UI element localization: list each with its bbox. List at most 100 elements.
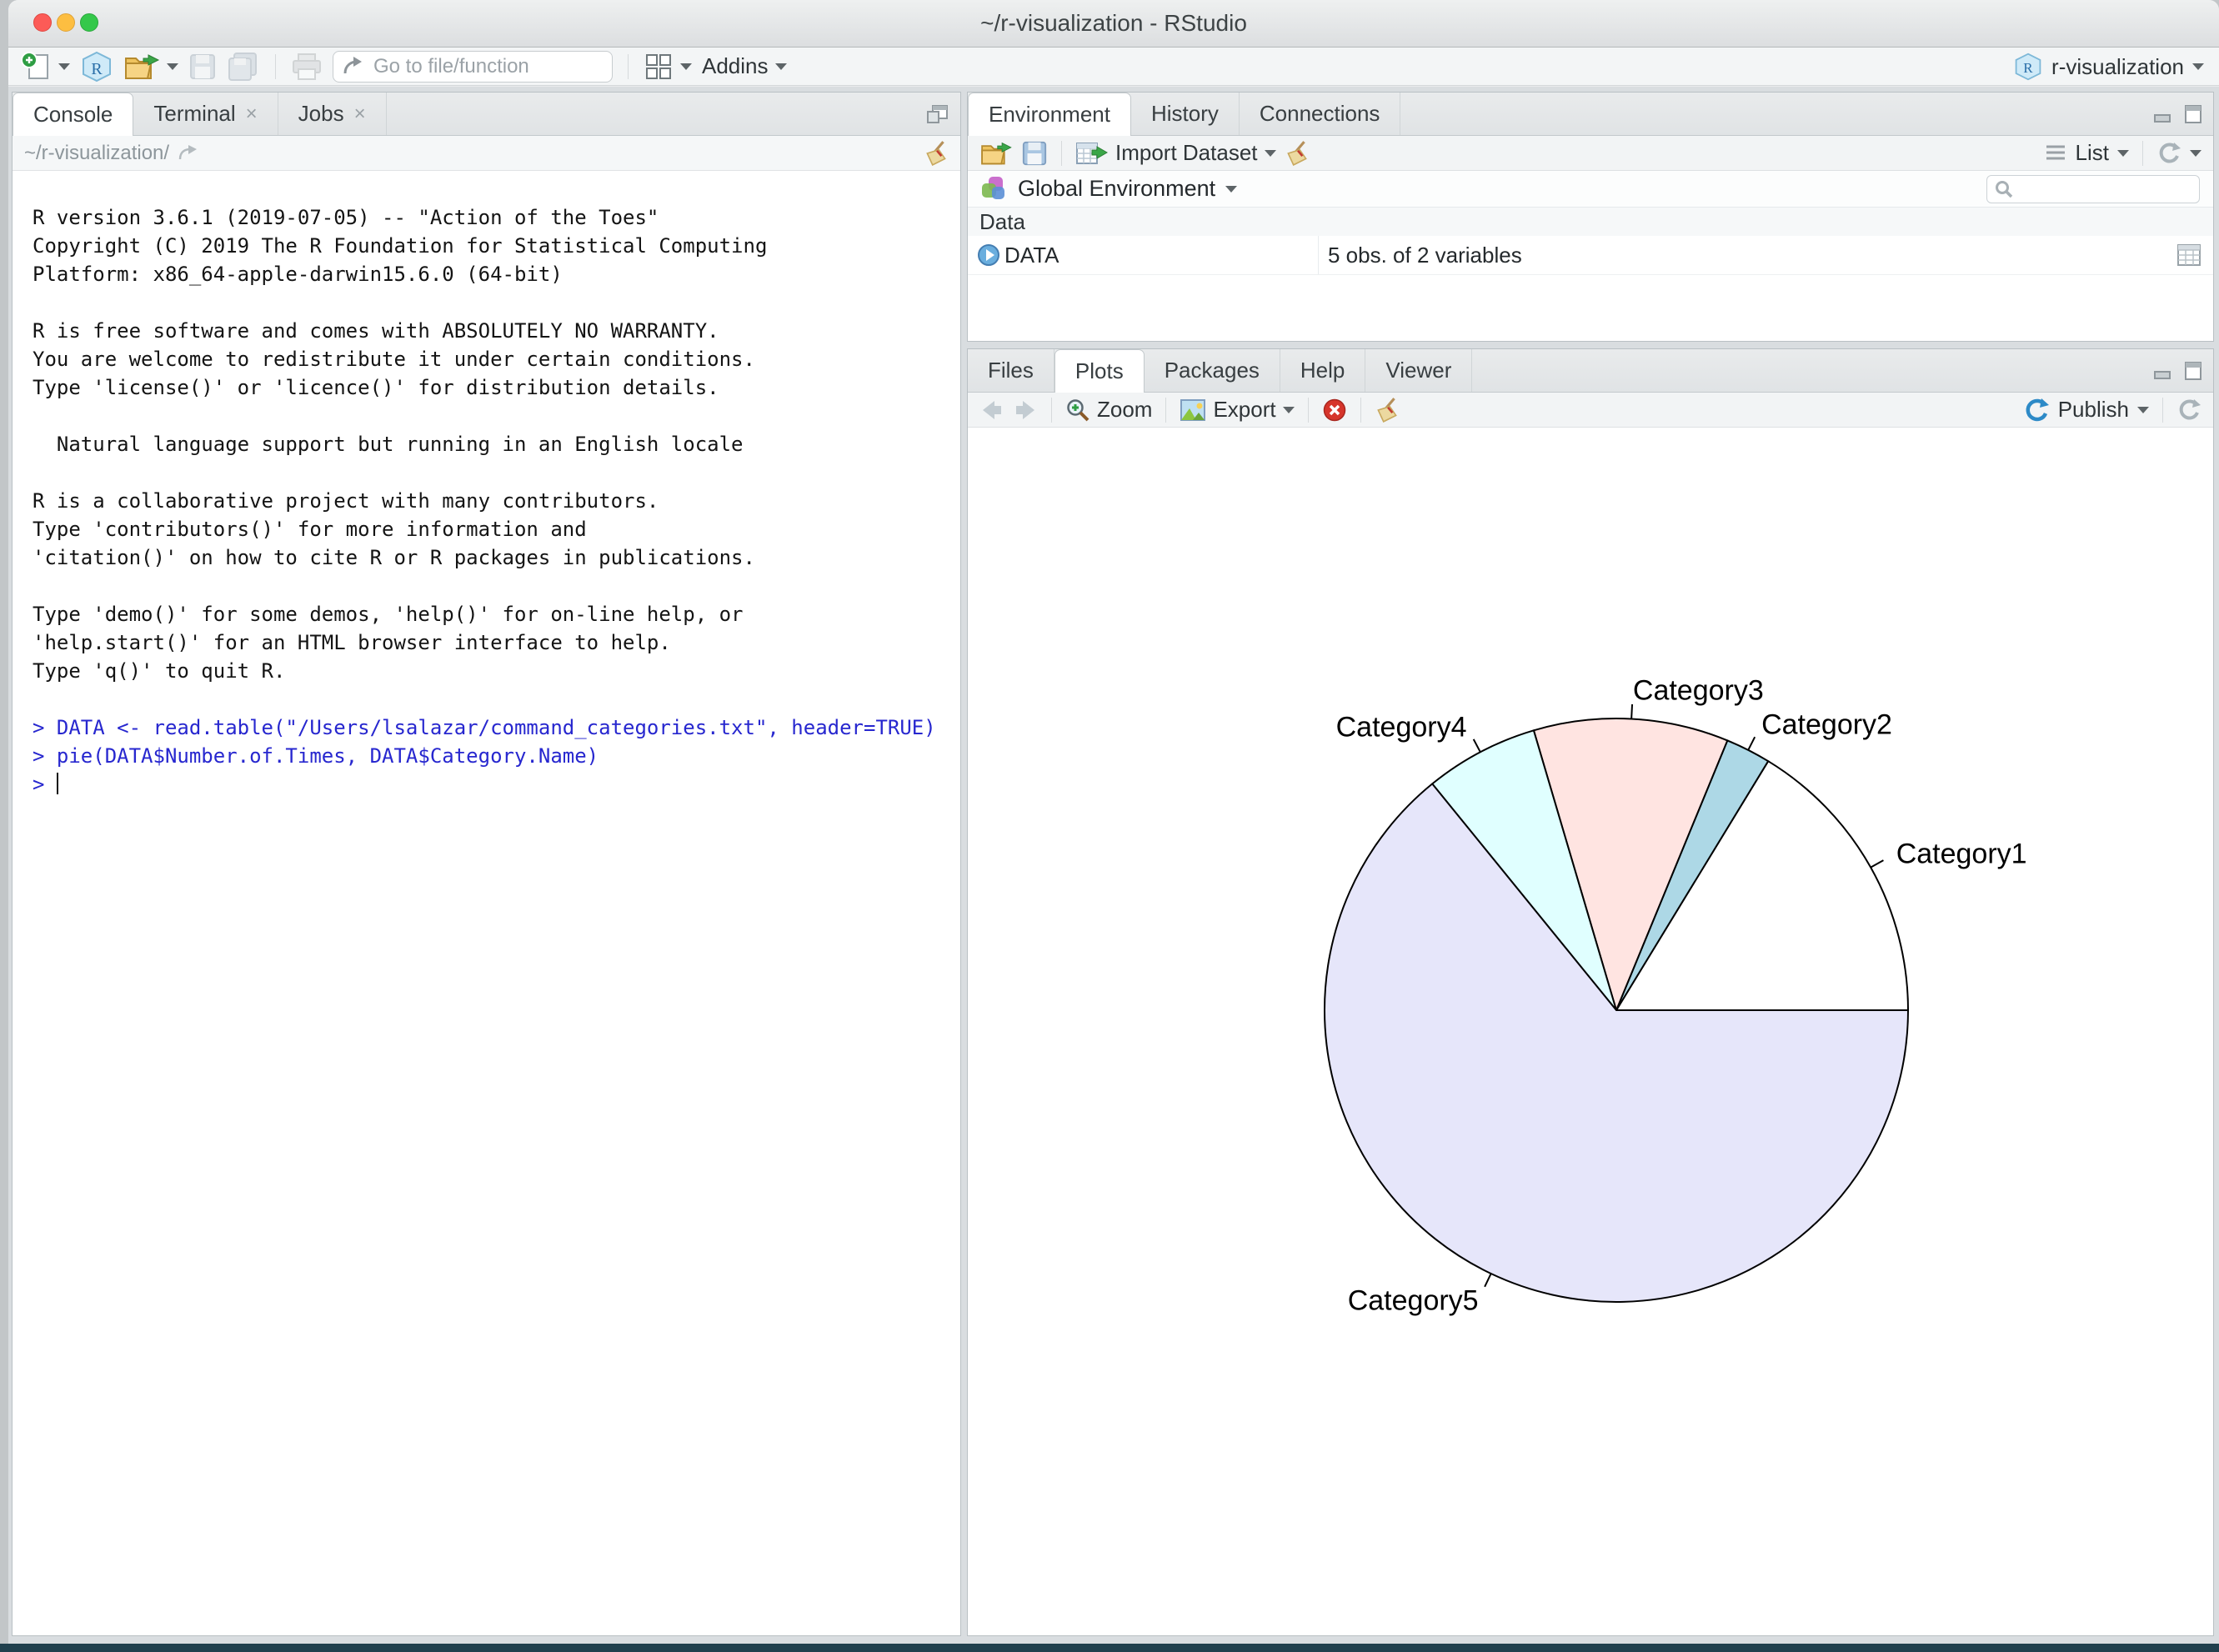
environment-searchbox[interactable] (1986, 175, 2200, 203)
tab-jobs[interactable]: Jobs × (278, 93, 387, 135)
tab-viewer[interactable]: Viewer (1365, 349, 1472, 392)
console-line: > DATA <- read.table("/Users/lsalazar/co… (33, 713, 960, 742)
tab-connections[interactable]: Connections (1240, 93, 1401, 135)
expand-object-icon[interactable] (976, 243, 1001, 268)
maximize-pane-icon[interactable] (2183, 361, 2203, 381)
show-directory-icon[interactable] (178, 144, 199, 163)
console-line: > (33, 770, 960, 798)
toolbar-divider (1308, 398, 1309, 423)
working-directory-label: ~/r-visualization/ (24, 142, 169, 165)
addins-label: Addins (702, 53, 769, 79)
refresh-icon[interactable] (2176, 398, 2201, 423)
console-tabbar: Console Terminal × Jobs × (13, 93, 960, 136)
tab-console[interactable]: Console (13, 93, 133, 136)
save-all-button[interactable] (227, 52, 260, 82)
r-project-cube-icon: R (80, 50, 113, 83)
window-title: ~/r-visualization - RStudio (8, 0, 2219, 47)
tab-files[interactable]: Files (968, 349, 1054, 392)
svg-text:R: R (2023, 60, 2033, 76)
remove-plot-icon[interactable] (1322, 398, 1347, 423)
chevron-down-icon (775, 63, 787, 70)
tab-environment[interactable]: Environment (968, 93, 1131, 136)
tab-label: Viewer (1385, 358, 1451, 383)
desktop-background-strip (0, 1644, 2219, 1652)
plots-toolbar: Zoom Export Publish (968, 393, 2213, 428)
r-project-cube-icon: R (2013, 52, 2043, 82)
pie-label: Category1 (1896, 839, 2027, 870)
environment-search-input[interactable] (2019, 178, 2189, 201)
minimize-pane-icon[interactable] (2153, 105, 2173, 123)
tab-label: Packages (1165, 358, 1260, 383)
plots-tabbar: Files Plots Packages Help Viewer (968, 349, 2213, 393)
publish-button[interactable]: Publish (2058, 397, 2129, 423)
title-bar: ~/r-visualization - RStudio (8, 0, 2219, 48)
maximize-pane-icon[interactable] (2183, 104, 2203, 124)
save-workspace-icon[interactable] (1021, 140, 1048, 167)
environment-toolbar: Import Dataset List (968, 136, 2213, 171)
import-dataset-icon (1075, 140, 1109, 167)
column-divider (1318, 236, 1319, 274)
clear-console-broom-icon[interactable] (924, 140, 949, 167)
console-line: Type 'license()' or 'licence()' for dist… (33, 373, 960, 402)
chevron-down-icon (2192, 63, 2204, 70)
zoom-plot-button[interactable]: Zoom (1065, 397, 1152, 423)
minimize-pane-icon[interactable] (2153, 362, 2173, 380)
next-plot-icon[interactable] (1013, 399, 1038, 421)
console-output[interactable]: R version 3.6.1 (2019-07-05) -- "Action … (13, 171, 960, 1635)
goto-file-search[interactable] (333, 51, 613, 83)
pie-label: Category2 (1761, 709, 1892, 741)
tab-label: Terminal (153, 101, 235, 127)
chevron-down-icon (167, 63, 178, 70)
console-panel: Console Terminal × Jobs × ~/r-visualizatio… (12, 92, 961, 1636)
tab-label: Jobs (298, 101, 344, 127)
goto-file-input[interactable] (372, 54, 600, 79)
object-summary: 5 obs. of 2 variables (1328, 243, 1522, 268)
console-line: Natural language support but running in … (33, 430, 960, 458)
addins-button[interactable]: Addins (702, 53, 787, 79)
restore-pane-icon[interactable] (925, 104, 950, 126)
project-name-label: r-visualization (2051, 54, 2184, 80)
toolbar-divider (2162, 398, 2163, 423)
new-file-button[interactable] (20, 51, 70, 83)
new-project-button[interactable]: R (80, 50, 113, 83)
workspace: Console Terminal × Jobs × ~/r-visualizatio… (8, 87, 2219, 1644)
publish-icon[interactable] (2023, 397, 2050, 423)
chevron-down-icon (2137, 407, 2149, 413)
close-tab-icon[interactable]: × (246, 103, 258, 126)
main-toolbar: R Addins (8, 48, 2219, 86)
project-selector[interactable]: R r-visualization (2013, 48, 2204, 86)
import-dataset-button[interactable]: Import Dataset (1075, 140, 1276, 167)
tab-plots[interactable]: Plots (1054, 349, 1145, 393)
chevron-down-icon (1265, 150, 1276, 157)
open-file-button[interactable] (123, 52, 178, 82)
list-view-button[interactable]: List (2076, 140, 2109, 166)
previous-plot-icon[interactable] (979, 399, 1004, 421)
rstudio-window: ~/r-visualization - RStudio R (8, 0, 2219, 1644)
print-button[interactable] (291, 53, 323, 81)
console-line: Type 'demo()' for some demos, 'help()' f… (33, 600, 960, 628)
list-view-icon (2044, 143, 2067, 163)
environment-object-row[interactable]: DATA 5 obs. of 2 variables (968, 236, 2213, 275)
toolbar-divider (1165, 398, 1166, 423)
toolbar-divider (275, 54, 276, 79)
tab-packages[interactable]: Packages (1145, 349, 1280, 392)
workspace-panes-button[interactable] (644, 52, 692, 82)
clear-all-plots-broom-icon[interactable] (1375, 397, 1400, 423)
pie-label-tick (1871, 860, 1883, 868)
console-line: 'help.start()' for an HTML browser inter… (33, 628, 960, 657)
save-button[interactable] (188, 53, 217, 81)
chevron-down-icon (1225, 186, 1237, 193)
zoom-label: Zoom (1097, 397, 1152, 423)
load-workspace-folder-icon[interactable] (979, 140, 1013, 167)
tab-terminal[interactable]: Terminal × (133, 93, 278, 135)
close-tab-icon[interactable]: × (354, 103, 366, 126)
scope-selector[interactable]: Global Environment (1018, 176, 1215, 202)
export-plot-button[interactable]: Export (1180, 397, 1294, 423)
toolbar-divider (628, 54, 629, 79)
tab-help[interactable]: Help (1280, 349, 1365, 392)
clear-environment-broom-icon[interactable] (1285, 140, 1310, 167)
tab-history[interactable]: History (1131, 93, 1240, 135)
toolbar-divider (1051, 398, 1052, 423)
refresh-icon[interactable] (2156, 141, 2181, 166)
view-table-icon[interactable] (2176, 243, 2201, 267)
